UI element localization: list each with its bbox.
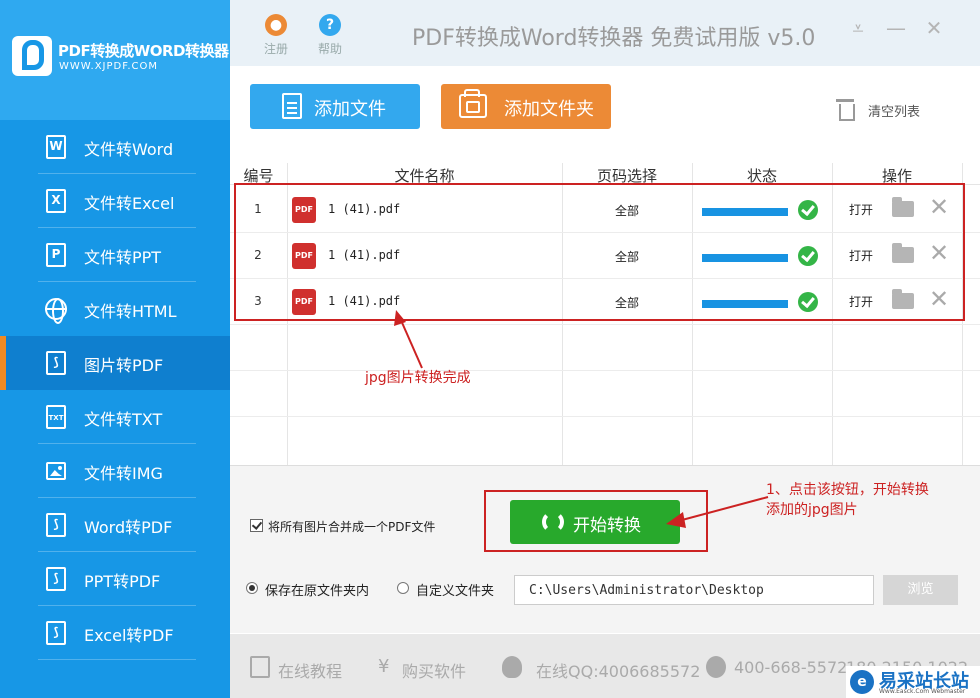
annotation-step1-line2: 添加的jpg图片 bbox=[766, 502, 858, 518]
start-button-highlight bbox=[484, 490, 708, 552]
trash-icon bbox=[836, 99, 855, 121]
sidebar-item-label: Excel转PDF bbox=[84, 626, 174, 645]
excel-pdf-icon: ⟆ bbox=[44, 620, 68, 646]
add-file-label: 添加文件 bbox=[314, 99, 386, 120]
qq-icon bbox=[502, 656, 522, 678]
help-label: 帮助 bbox=[317, 42, 342, 56]
minimize-button[interactable]: — bbox=[884, 16, 908, 40]
add-folder-button[interactable]: 添加文件夹 bbox=[441, 84, 611, 129]
buy-software-link[interactable]: 购买软件 bbox=[402, 658, 466, 682]
menu-dropdown-icon[interactable]: ⩡ bbox=[846, 16, 870, 40]
ppt-icon: P bbox=[44, 242, 68, 268]
table-header: 编号 文件名称 页码选择 状态 操作 bbox=[230, 163, 980, 185]
sidebar-item-excel-to-pdf[interactable]: ⟆ Excel转PDF bbox=[0, 606, 230, 660]
sidebar: PDF转换成WORD转换器 WWW.XJPDF.COM W 文件转Word X … bbox=[0, 0, 230, 698]
sidebar-item-image-to-pdf[interactable]: ⟆ 图片转PDF bbox=[0, 336, 230, 390]
add-file-button[interactable]: 添加文件 bbox=[250, 84, 420, 129]
site-logo-icon: e bbox=[850, 670, 874, 694]
register-button[interactable]: ● 注册 bbox=[256, 14, 296, 57]
add-folder-label: 添加文件夹 bbox=[504, 99, 594, 120]
word-icon: W bbox=[44, 134, 68, 160]
tutorial-icon bbox=[250, 656, 270, 678]
sidebar-item-excel[interactable]: X 文件转Excel bbox=[0, 174, 230, 228]
sidebar-item-label: 文件转Excel bbox=[84, 194, 175, 213]
phone-icon bbox=[706, 656, 726, 678]
browse-button[interactable]: 浏览 bbox=[883, 575, 958, 605]
save-original-label: 保存在原文件夹内 bbox=[265, 584, 370, 599]
pdf-icon: ⟆ bbox=[44, 350, 68, 376]
brand-name: PDF转换成WORD转换器 bbox=[58, 42, 229, 60]
merge-images-checkbox[interactable] bbox=[250, 519, 263, 532]
sidebar-item-label: 图片转PDF bbox=[84, 356, 164, 375]
file-icon bbox=[282, 93, 302, 119]
help-button[interactable]: ? 帮助 bbox=[310, 14, 350, 57]
app-logo-icon bbox=[12, 36, 52, 76]
sidebar-item-ppt-to-pdf[interactable]: ⟆ PPT转PDF bbox=[0, 552, 230, 606]
online-tutorial-link[interactable]: 在线教程 bbox=[278, 658, 342, 682]
sidebar-item-label: Word转PDF bbox=[84, 518, 173, 537]
excel-icon: X bbox=[44, 188, 68, 214]
ppt-pdf-icon: ⟆ bbox=[44, 566, 68, 592]
sidebar-item-label: 文件转TXT bbox=[84, 410, 163, 429]
annotation-step1-line1: 1、点击该按钮，开始转换 bbox=[766, 482, 929, 498]
site-url: Www.Easck.Com Webmaster bbox=[879, 688, 966, 695]
merge-images-label: 将所有图片合并成一个PDF文件 bbox=[268, 520, 436, 534]
window-title: PDF转换成Word转换器 免费试用版 v5.0 bbox=[412, 26, 816, 51]
sidebar-item-label: 文件转PPT bbox=[84, 248, 162, 267]
image-icon bbox=[44, 458, 68, 484]
output-path-input[interactable] bbox=[514, 575, 874, 605]
sidebar-item-label: PPT转PDF bbox=[84, 572, 161, 591]
site-watermark: e 易采站长站 Www.Easck.Com Webmaster bbox=[846, 666, 980, 698]
sidebar-item-img[interactable]: 文件转IMG bbox=[0, 444, 230, 498]
save-original-radio[interactable] bbox=[246, 582, 258, 594]
sidebar-item-word[interactable]: W 文件转Word bbox=[0, 120, 230, 174]
user-icon: ● bbox=[265, 14, 287, 36]
save-custom-radio[interactable] bbox=[397, 582, 409, 594]
online-qq-link[interactable]: 在线QQ:4006685572 bbox=[536, 658, 700, 682]
sidebar-item-html[interactable]: 文件转HTML bbox=[0, 282, 230, 336]
save-custom-label: 自定义文件夹 bbox=[416, 584, 495, 599]
sidebar-item-label: 文件转Word bbox=[84, 140, 174, 159]
phone-number: 400-668-5572 bbox=[734, 658, 848, 677]
globe-icon bbox=[44, 296, 68, 324]
word-pdf-icon: ⟆ bbox=[44, 512, 68, 538]
sidebar-item-ppt[interactable]: P 文件转PPT bbox=[0, 228, 230, 282]
close-button[interactable]: ✕ bbox=[922, 16, 946, 40]
txt-icon: TXT bbox=[44, 404, 68, 430]
brand-header: PDF转换成WORD转换器 WWW.XJPDF.COM bbox=[0, 0, 230, 120]
register-label: 注册 bbox=[263, 42, 288, 56]
annotation-conversion-done: jpg图片转换完成 bbox=[365, 370, 471, 386]
folder-icon bbox=[459, 89, 487, 118]
help-icon: ? bbox=[319, 14, 341, 36]
completed-rows-highlight bbox=[234, 183, 965, 321]
sidebar-item-word-to-pdf[interactable]: ⟆ Word转PDF bbox=[0, 498, 230, 552]
clear-list-label: 清空列表 bbox=[868, 105, 921, 120]
brand-url: WWW.XJPDF.COM bbox=[59, 61, 159, 72]
yuan-icon: ¥ bbox=[378, 656, 390, 677]
sidebar-item-label: 文件转IMG bbox=[84, 464, 163, 483]
sidebar-item-txt[interactable]: TXT 文件转TXT bbox=[0, 390, 230, 444]
title-bar: ● 注册 ? 帮助 PDF转换成Word转换器 免费试用版 v5.0 ⩡ — ✕ bbox=[230, 0, 980, 66]
sidebar-item-label: 文件转HTML bbox=[84, 302, 177, 321]
